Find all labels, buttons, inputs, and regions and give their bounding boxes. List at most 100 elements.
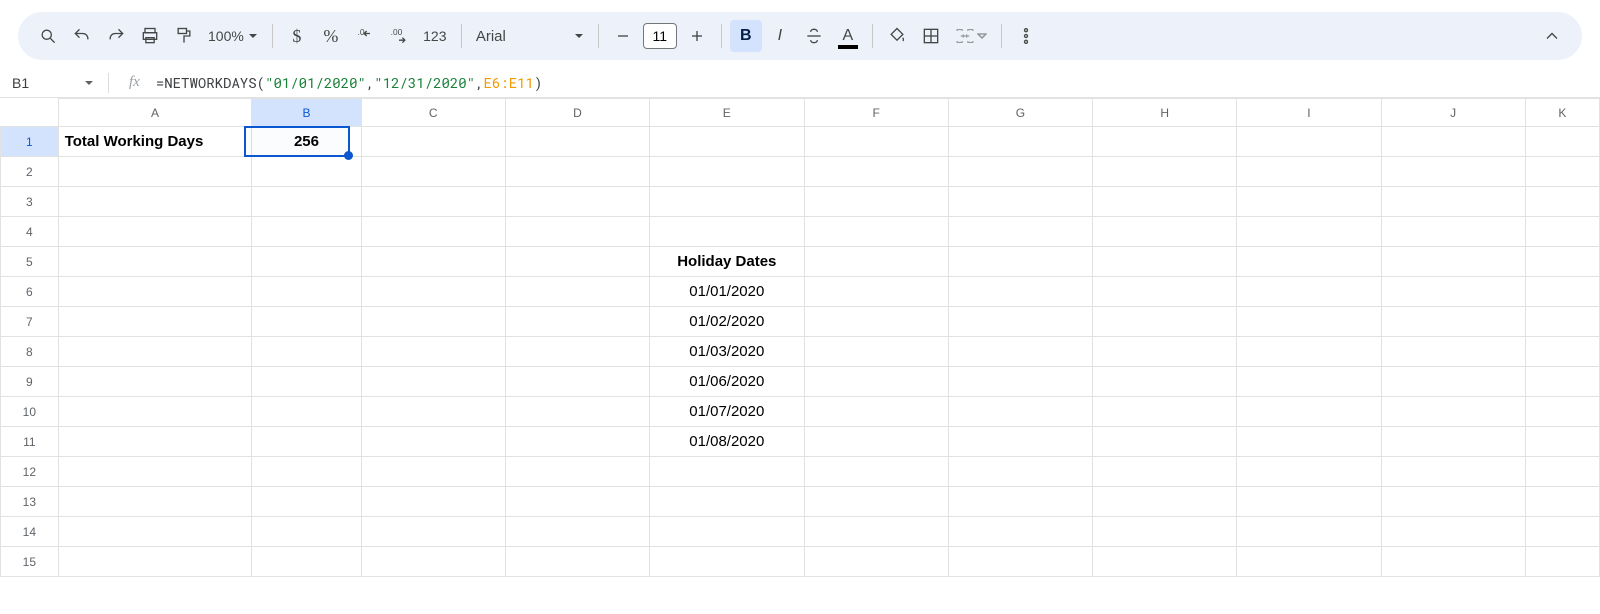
decrease-decimal-icon[interactable]: .0	[349, 20, 381, 52]
col-header-A[interactable]: A	[58, 99, 252, 127]
font-dropdown[interactable]: Arial	[470, 28, 590, 45]
cell[interactable]	[804, 127, 948, 157]
cell[interactable]	[505, 307, 649, 337]
cell[interactable]	[1237, 157, 1381, 187]
row-header[interactable]: 15	[1, 547, 59, 577]
cell[interactable]	[505, 397, 649, 427]
cell[interactable]	[1381, 127, 1525, 157]
cell[interactable]	[252, 397, 361, 427]
cell[interactable]	[1093, 337, 1237, 367]
row-header[interactable]: 8	[1, 337, 59, 367]
cell[interactable]	[252, 157, 361, 187]
cell[interactable]	[1381, 187, 1525, 217]
cell[interactable]	[361, 427, 505, 457]
cell[interactable]	[1381, 547, 1525, 577]
cell[interactable]	[505, 127, 649, 157]
cell[interactable]	[58, 337, 252, 367]
cell[interactable]	[1237, 277, 1381, 307]
cell[interactable]	[948, 517, 1092, 547]
col-header-F[interactable]: F	[804, 99, 948, 127]
cell[interactable]	[1237, 517, 1381, 547]
cell[interactable]	[650, 157, 805, 187]
cell[interactable]	[1237, 547, 1381, 577]
zoom-dropdown[interactable]: 100%	[202, 28, 264, 44]
decrease-font-icon[interactable]	[607, 20, 639, 52]
cell[interactable]	[58, 367, 252, 397]
cell[interactable]	[1093, 367, 1237, 397]
cell[interactable]	[1525, 457, 1599, 487]
font-size-input[interactable]	[643, 23, 677, 49]
cell[interactable]	[505, 247, 649, 277]
cell[interactable]	[1381, 277, 1525, 307]
cell[interactable]	[650, 217, 805, 247]
fill-color-button[interactable]	[881, 20, 913, 52]
merge-cells-button[interactable]	[949, 20, 993, 52]
cell[interactable]	[58, 487, 252, 517]
col-header-B[interactable]: B	[252, 99, 361, 127]
cell[interactable]	[1237, 307, 1381, 337]
cell[interactable]	[1525, 367, 1599, 397]
cell[interactable]	[948, 337, 1092, 367]
cell[interactable]	[361, 367, 505, 397]
cell[interactable]	[948, 277, 1092, 307]
row-header[interactable]: 1	[1, 127, 59, 157]
cell[interactable]	[252, 337, 361, 367]
increase-font-icon[interactable]	[681, 20, 713, 52]
row-header[interactable]: 6	[1, 277, 59, 307]
cell[interactable]	[361, 247, 505, 277]
cell[interactable]	[252, 487, 361, 517]
cell[interactable]	[252, 247, 361, 277]
cell[interactable]	[505, 187, 649, 217]
cell[interactable]	[1381, 517, 1525, 547]
cell[interactable]	[1093, 307, 1237, 337]
cell-E7[interactable]: 01/02/2020	[650, 307, 805, 337]
strikethrough-button[interactable]	[798, 20, 830, 52]
cell-B1[interactable]: 256	[252, 127, 361, 157]
cell-E5[interactable]: Holiday Dates	[650, 247, 805, 277]
cell[interactable]	[1525, 277, 1599, 307]
cell[interactable]	[252, 217, 361, 247]
row-header[interactable]: 7	[1, 307, 59, 337]
cell[interactable]	[804, 247, 948, 277]
cell[interactable]	[948, 547, 1092, 577]
cell[interactable]	[252, 367, 361, 397]
cell[interactable]	[505, 217, 649, 247]
name-box[interactable]: B1	[12, 75, 98, 91]
cell[interactable]	[1237, 337, 1381, 367]
col-header-H[interactable]: H	[1093, 99, 1237, 127]
bold-button[interactable]: B	[730, 20, 762, 52]
cell-A1[interactable]: Total Working Days	[58, 127, 252, 157]
percent-icon[interactable]: %	[315, 20, 347, 52]
row-header[interactable]: 3	[1, 187, 59, 217]
cell[interactable]	[1237, 397, 1381, 427]
cell[interactable]	[252, 427, 361, 457]
row-header[interactable]: 13	[1, 487, 59, 517]
cell[interactable]	[1093, 187, 1237, 217]
cell[interactable]	[948, 367, 1092, 397]
cell[interactable]	[505, 487, 649, 517]
cell[interactable]	[948, 487, 1092, 517]
cell[interactable]	[650, 487, 805, 517]
currency-icon[interactable]: $	[281, 20, 313, 52]
cell[interactable]	[948, 397, 1092, 427]
cell[interactable]	[58, 517, 252, 547]
cell[interactable]	[1093, 457, 1237, 487]
row-header[interactable]: 4	[1, 217, 59, 247]
cell[interactable]	[252, 547, 361, 577]
cell[interactable]	[1525, 307, 1599, 337]
cell-E6[interactable]: 01/01/2020	[650, 277, 805, 307]
cell[interactable]	[361, 517, 505, 547]
cell[interactable]	[58, 277, 252, 307]
cell[interactable]	[58, 157, 252, 187]
cell[interactable]	[948, 217, 1092, 247]
formula-input[interactable]: =NETWORKDAYS("01/01/2020","12/31/2020",E…	[156, 73, 543, 92]
cell[interactable]	[1381, 247, 1525, 277]
cell[interactable]	[804, 307, 948, 337]
cell[interactable]	[804, 487, 948, 517]
cell[interactable]	[650, 517, 805, 547]
cell[interactable]	[1525, 427, 1599, 457]
cell[interactable]	[1093, 277, 1237, 307]
cell[interactable]	[1381, 427, 1525, 457]
redo-icon[interactable]	[100, 20, 132, 52]
cell[interactable]	[361, 307, 505, 337]
